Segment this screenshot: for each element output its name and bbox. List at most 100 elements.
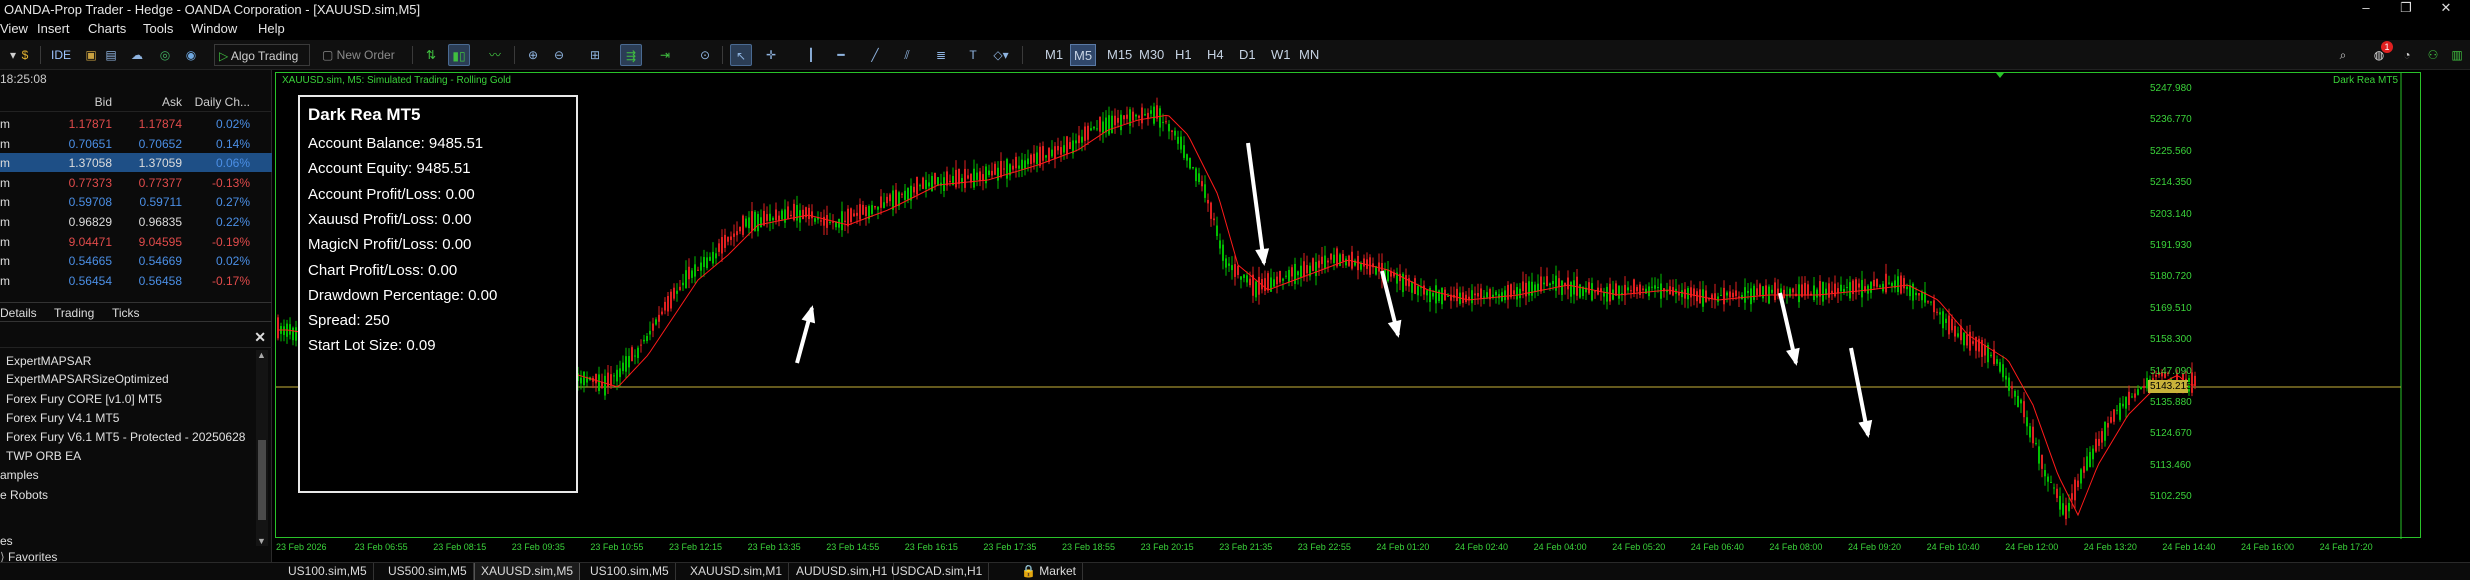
vertical-line-icon[interactable]: ┃ [800,44,822,66]
ide-button[interactable]: IDE [48,44,74,66]
tile-windows-icon[interactable]: ⊞ [584,44,606,66]
restore-button[interactable]: ❐ [2386,0,2426,16]
scroll-up-icon[interactable]: ▲ [257,350,266,360]
candle-body [781,210,783,220]
timeframe-m5[interactable]: M5 [1070,44,1097,66]
vps-icon[interactable]: ◉ [180,44,202,66]
new-order-button[interactable]: ▢ New Order [322,44,404,66]
minimize-button[interactable]: – [2346,0,2386,16]
column-daily-change[interactable]: Daily Ch... [195,95,250,109]
timeframe-m1[interactable]: M1 [1042,44,1066,66]
navigator-item[interactable]: TWP ORB EA [6,449,81,463]
tab-trading[interactable]: Trading [54,306,94,320]
market-watch-row[interactable]: m 0.96829 0.96835 0.22% [0,212,272,231]
history-icon[interactable]: ▤ [100,44,122,66]
cursor-icon[interactable]: ↖ [730,44,752,66]
navigator-item[interactable]: ExpertMAPSAR [6,354,91,368]
zoom-in-icon[interactable]: ⊕ [522,44,544,66]
chart-tab[interactable]: US100.sim,M5 [282,563,374,580]
chart-tab[interactable]: 🔒 Market [1015,563,1083,580]
candlesticks-icon[interactable]: ▮▯ [448,44,470,66]
chart-window[interactable]: XAUUSD.sim, M5: Simulated Trading - Roll… [275,72,2422,539]
chart-tab[interactable]: AUDUSD.sim,H1 [790,563,895,580]
candle-body [1951,318,1953,331]
chart-tab[interactable]: US500.sim,M5 [382,563,474,580]
market-watch-row[interactable]: m 0.56454 0.56458 -0.17% [0,271,272,290]
candle-body [1741,295,1743,299]
depth-of-market-icon[interactable]: ⇅ [420,44,442,66]
algo-trading-button[interactable]: ▷ Algo Trading [214,44,310,66]
timeframe-m15[interactable]: M15 [1104,44,1135,66]
line-chart-icon[interactable]: 〰 [484,44,506,66]
navigator-scrollbar[interactable]: ▲ ▼ [256,350,268,546]
navigator-item[interactable]: e Robots [0,488,48,502]
navigator-item[interactable]: Forex Fury V4.1 MT5 [6,411,119,425]
navigator-item[interactable]: Forex Fury V6.1 MT5 - Protected - 202506… [6,430,245,444]
candle-body [778,215,780,221]
candle-body [1345,258,1347,266]
shapes-icon[interactable]: ◇▾ [990,44,1012,66]
menu-tools[interactable]: Tools [143,21,173,36]
scroll-down-icon[interactable]: ▼ [257,536,266,546]
chart-tab[interactable]: USDCAD.sim,H1 [885,563,990,580]
zoom-out-icon[interactable]: ⊖ [548,44,570,66]
timeframe-mn[interactable]: MN [1296,44,1322,66]
notifications-icon[interactable]: ◍ 1 [2368,41,2393,66]
navigator-item[interactable]: es [0,534,13,548]
market-watch-row[interactable]: m 0.59708 0.59711 0.27% [0,192,272,211]
navigator-item[interactable]: amples [0,468,39,482]
column-bid[interactable]: Bid [95,95,112,109]
tab-details[interactable]: Details [0,306,37,320]
autoscroll-icon[interactable]: ⇶ [620,44,642,66]
signals-icon[interactable]: ◎ [154,44,176,66]
menu-charts[interactable]: Charts [88,21,126,36]
candle-body [1255,281,1257,298]
account-icon[interactable]: ◔ [2396,44,2418,66]
market-watch-row[interactable]: m 1.37058 1.37059 0.06% [0,153,272,173]
column-ask[interactable]: Ask [162,95,182,109]
time-label: 23 Feb 12:15 [669,542,723,552]
price-chart[interactable] [276,73,2422,539]
chart-tab[interactable]: XAUUSD.sim,M1 [684,563,790,580]
candle-body [1555,275,1557,291]
dollar-icon[interactable]: $ [14,44,36,66]
search-icon[interactable]: ⌕ [2332,44,2354,66]
ask-value: 0.77377 [138,175,182,190]
fibonacci-icon[interactable]: ≣ [930,44,952,66]
crosshair-icon[interactable]: ✛ [760,44,782,66]
text-tool-icon[interactable]: T [962,44,984,66]
ask-value: 0.54669 [138,254,182,269]
signal-user-icon[interactable]: ⚇ [2422,44,2444,66]
chart-tab[interactable]: US100.sim,M5 [584,563,676,580]
menu-help[interactable]: Help [258,21,285,36]
close-icon[interactable]: ✕ [254,329,266,346]
timeframe-w1[interactable]: W1 [1268,44,1294,66]
market-watch-row[interactable]: m 1.17871 1.17874 0.02% [0,114,272,133]
trendline-icon[interactable]: ╱ [864,44,886,66]
channel-icon[interactable]: ⫽ [896,44,918,66]
lock-icon[interactable]: ▣ [80,44,102,66]
menu-view[interactable]: View [0,21,28,36]
timeframe-h4[interactable]: H4 [1204,44,1227,66]
candle-body [2026,417,2028,427]
candle-body [808,207,810,220]
timeframe-m30[interactable]: M30 [1136,44,1167,66]
market-watch-row[interactable]: m 0.77373 0.77377 -0.13% [0,173,272,192]
scrollbar-thumb[interactable] [258,440,266,520]
menu-window[interactable]: Window [191,21,237,36]
navigator-item[interactable]: ExpertMAPSARSizeOptimized [6,372,169,386]
market-watch-row[interactable]: m 0.70651 0.70652 0.14% [0,134,272,153]
timeframe-d1[interactable]: D1 [1236,44,1259,66]
screenshot-icon[interactable]: ⊙ [694,44,716,66]
cloud-icon[interactable]: ☁ [126,44,148,66]
horizontal-line-icon[interactable]: ━ [830,44,852,66]
navigator-item[interactable]: Forex Fury CORE [v1.0] MT5 [6,392,162,406]
market-watch-row[interactable]: m 0.54665 0.54669 0.02% [0,251,272,270]
tab-ticks[interactable]: Ticks [112,306,140,320]
chart-shift-icon[interactable]: ⇥ [654,44,676,66]
chart-tab[interactable]: XAUUSD.sim,M5 [474,563,581,580]
menu-insert[interactable]: Insert [37,21,70,36]
timeframe-h1[interactable]: H1 [1172,44,1195,66]
market-watch-row[interactable]: m 9.04471 9.04595 -0.19% [0,232,272,251]
close-window-button[interactable]: ✕ [2426,0,2466,16]
